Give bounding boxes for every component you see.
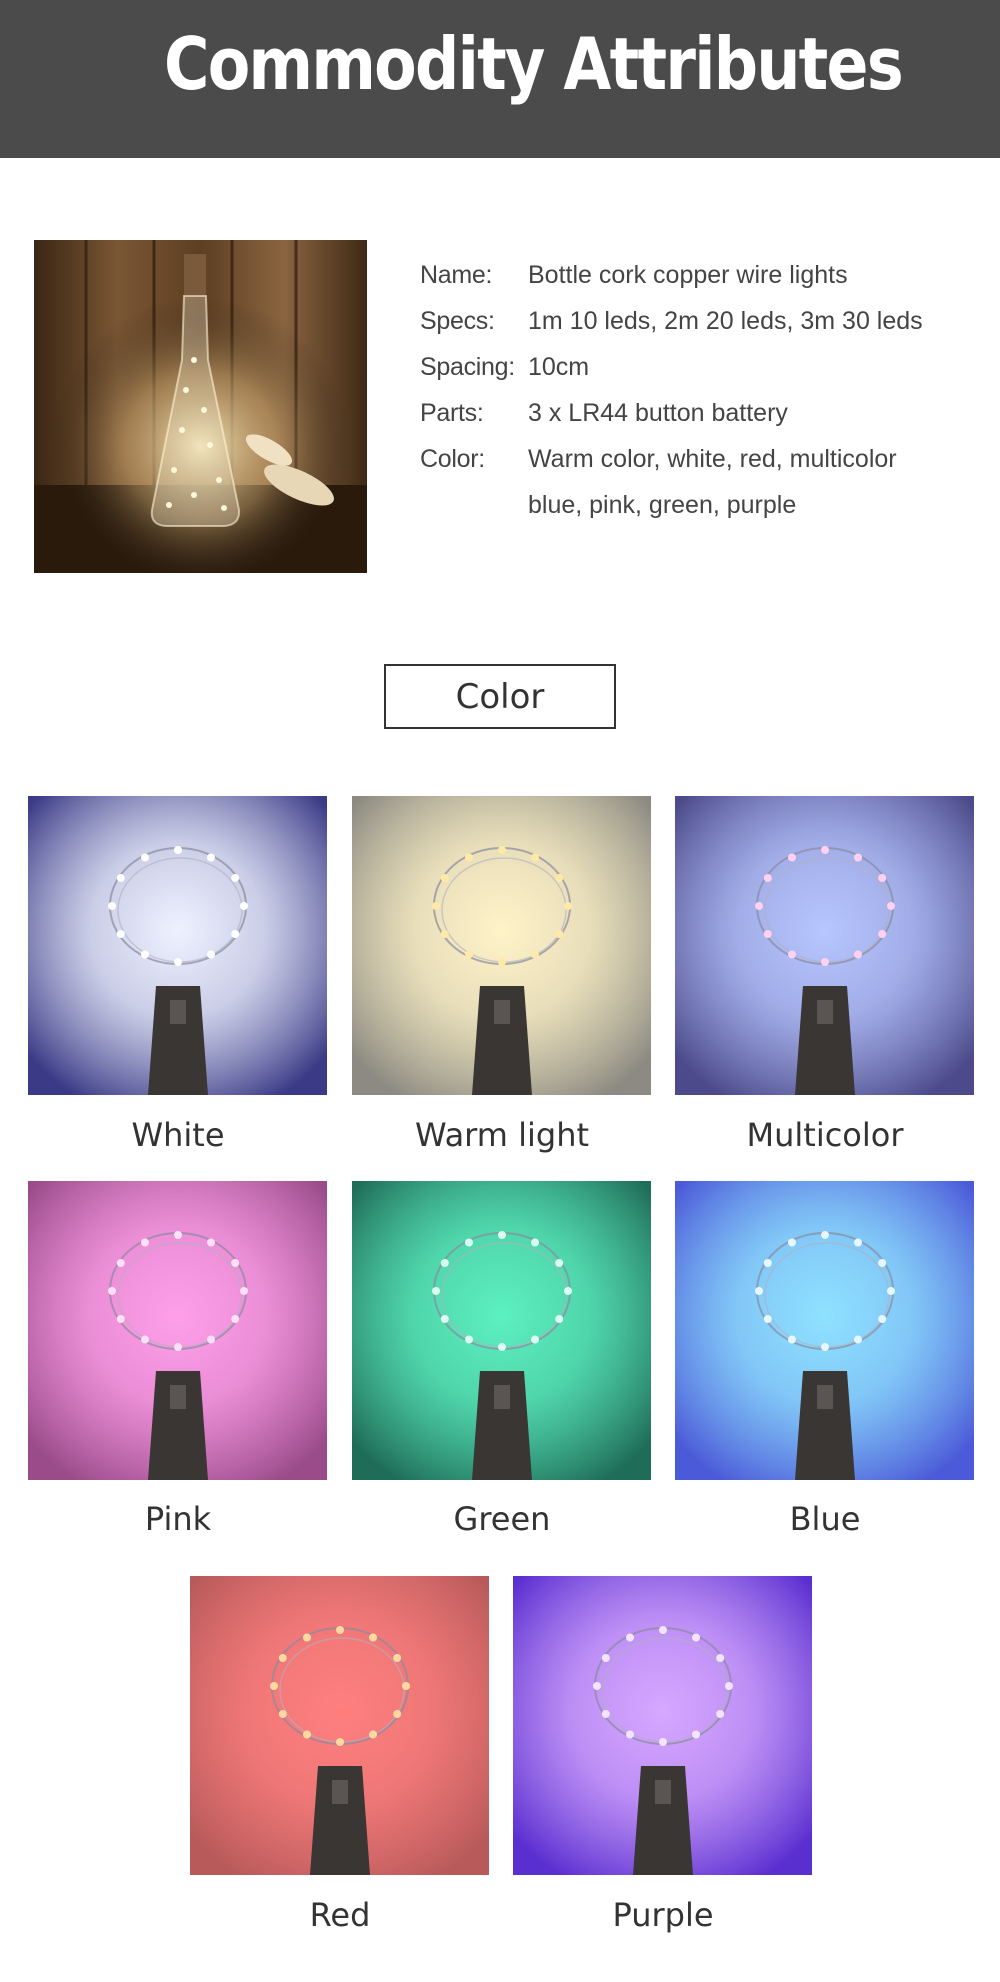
spec-label: Name:: [420, 260, 493, 289]
spec-value: 3 x LR44 button battery: [528, 398, 788, 427]
page-title: Commodity Attributes: [164, 22, 904, 106]
swatch-blue: [675, 1181, 974, 1480]
swatch-label-warm-light: Warm light: [414, 1116, 590, 1154]
spec-label: Parts:: [420, 398, 484, 427]
swatch-label-purple: Purple: [612, 1896, 714, 1934]
spec-row-parts: Parts: 3 x LR44 button battery: [420, 390, 980, 436]
spec-table: Name: Bottle cork copper wire lights Spe…: [420, 252, 980, 528]
product-photo: [34, 240, 367, 573]
spec-row-name: Name: Bottle cork copper wire lights: [420, 252, 980, 298]
swatch-label-blue: Blue: [789, 1500, 861, 1538]
color-section-heading: Color: [384, 664, 616, 729]
swatch-label-green: Green: [453, 1500, 551, 1538]
swatch-purple: [513, 1576, 812, 1875]
swatch-green: [352, 1181, 651, 1480]
spec-value: 1m 10 leds, 2m 20 leds, 3m 30 leds: [528, 306, 923, 335]
swatch-warm-light: [352, 796, 651, 1095]
swatch-label-white: White: [131, 1116, 225, 1154]
spec-row-color-continued: blue, pink, green, purple: [420, 482, 980, 528]
swatch-red: [190, 1576, 489, 1875]
swatch-white: [28, 796, 327, 1095]
spec-value: 10cm: [528, 352, 590, 381]
swatch-label-pink: Pink: [144, 1500, 212, 1538]
header-banner: Commodity Attributes: [0, 0, 1000, 158]
spec-label: Spacing:: [420, 352, 515, 381]
spec-row-color: Color: Warm color, white, red, multicolo…: [420, 436, 980, 482]
spec-label: Color:: [420, 444, 485, 473]
spec-value: Warm color, white, red, multicolor: [528, 444, 897, 473]
swatch-label-red: Red: [309, 1896, 371, 1934]
swatch-multicolor: [675, 796, 974, 1095]
swatch-label-multicolor: Multicolor: [746, 1116, 904, 1154]
spec-value: Bottle cork copper wire lights: [528, 260, 848, 289]
spec-label: Specs:: [420, 306, 495, 335]
spec-row-spacing: Spacing: 10cm: [420, 344, 980, 390]
spec-value: blue, pink, green, purple: [528, 490, 797, 519]
swatch-pink: [28, 1181, 327, 1480]
spec-row-specs: Specs: 1m 10 leds, 2m 20 leds, 3m 30 led…: [420, 298, 980, 344]
